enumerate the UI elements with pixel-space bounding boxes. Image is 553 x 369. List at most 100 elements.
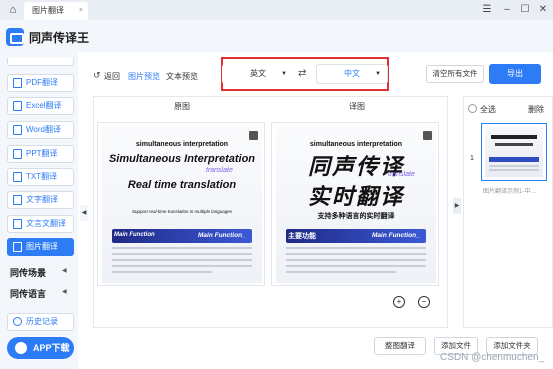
sidebar-item-label: 文言文翻译 — [26, 219, 66, 228]
clear-all-files-button[interactable]: 清空所有文件 — [426, 65, 484, 83]
sidebar-item-image[interactable]: 图片翻译 — [7, 238, 74, 256]
sidebar-item-text[interactable]: 文字翻译 — [7, 191, 74, 209]
swap-languages-icon[interactable]: ⇄ — [298, 68, 306, 79]
sidebar-group-label: 同传场景 — [10, 268, 47, 278]
sidebar-item-classical[interactable]: 文言文翻译 — [7, 215, 74, 233]
translated-bar-left: 主要功能 — [288, 233, 316, 240]
source-language-select[interactable]: 英文 ▼ — [222, 64, 294, 84]
zoom-in-icon[interactable]: + — [393, 296, 405, 308]
tab-close-icon[interactable]: × — [79, 2, 83, 20]
translated-image[interactable]: simultaneous interpretation 同声传译 transla… — [271, 122, 439, 286]
sidebar-item-cut-off[interactable] — [7, 58, 74, 66]
original-subtitle: simultaneous interpretation — [135, 141, 229, 148]
translate-all-button[interactable]: 整图翻译 — [374, 337, 426, 355]
sidebar-item-txt[interactable]: TXT翻译 — [7, 168, 74, 186]
target-language-value: 中文 — [344, 69, 360, 78]
thumbnail-preview — [485, 127, 543, 177]
export-button[interactable]: 导出 — [489, 64, 541, 84]
translated-image-content: simultaneous interpretation 同声传译 transla… — [276, 127, 436, 283]
sidebar-group-label: 同传语言 — [10, 289, 47, 299]
thumbnail-title-bar — [491, 135, 537, 139]
phone-icon — [15, 342, 27, 354]
sidebar-collapse-handle[interactable]: ◀ — [80, 205, 88, 221]
sidebar-item-ppt[interactable]: PPT翻译 — [7, 145, 74, 163]
translated-accent: translate — [388, 171, 415, 178]
minimize-icon[interactable]: – — [499, 3, 515, 17]
sidebar-group-scene[interactable]: 同传场景 ◀ — [10, 266, 67, 279]
sidebar-item-label: Word翻译 — [26, 125, 61, 134]
history-button[interactable]: 历史记录 — [7, 313, 74, 331]
home-icon[interactable]: ⌂ — [6, 3, 20, 17]
original-column-header: 原图 — [174, 102, 190, 111]
original-bar-left: Main Function — [114, 232, 155, 238]
text-line — [286, 253, 426, 255]
back-link[interactable]: 返回 — [104, 71, 120, 82]
app-download-button[interactable]: APP下载 — [7, 337, 74, 359]
original-tagline: Support real-time translation in multipl… — [131, 209, 233, 214]
zoom-out-icon[interactable]: − — [418, 296, 430, 308]
translated-subtitle: simultaneous interpretation — [309, 141, 403, 148]
thumbnail-text-line — [489, 169, 539, 171]
sidebar-item-label: PPT翻译 — [26, 149, 58, 158]
text-icon — [13, 195, 22, 205]
expand-icon[interactable] — [249, 131, 258, 140]
select-all-checkbox[interactable] — [468, 104, 477, 113]
tab-text-preview[interactable]: 文本预览 — [166, 71, 198, 82]
original-image-content: simultaneous interpretation Simultaneous… — [102, 127, 262, 283]
menu-icon[interactable]: ☰ — [479, 3, 495, 17]
text-line — [112, 265, 252, 267]
original-accent: translate — [206, 167, 233, 174]
app-download-label: APP下载 — [33, 343, 70, 353]
sidebar-item-label: PDF翻译 — [26, 78, 58, 87]
text-line — [112, 259, 252, 261]
sidebar-item-label: TXT翻译 — [26, 172, 58, 181]
delete-button[interactable]: 删除 — [528, 104, 544, 115]
target-language-select[interactable]: 中文 ▼ — [316, 64, 388, 84]
translated-tagline: 支持多种语言的实时翻译 — [317, 213, 395, 220]
classical-icon — [13, 219, 22, 229]
word-icon — [13, 125, 22, 135]
clock-icon — [13, 317, 22, 326]
app-logo-icon — [6, 28, 24, 46]
original-image[interactable]: simultaneous interpretation Simultaneous… — [97, 122, 265, 286]
excel-icon — [13, 101, 22, 111]
translated-bar-right: Main Function_ — [372, 232, 420, 239]
text-line — [286, 271, 396, 273]
tab-image-translate[interactable]: 图片翻译 × — [24, 2, 88, 20]
tab-label: 图片翻译 — [32, 6, 64, 15]
tab-image-preview[interactable]: 图片预览 — [128, 71, 160, 82]
close-icon[interactable]: ✕ — [535, 3, 551, 17]
chevron-left-icon: ◀ — [62, 268, 67, 274]
source-language-value: 英文 — [250, 69, 266, 78]
text-line — [286, 247, 426, 249]
thumbnail-caption: 图片翻译示例1-中… — [483, 189, 537, 195]
sidebar-item-pdf[interactable]: PDF翻译 — [7, 74, 74, 92]
pdf-icon — [13, 78, 22, 88]
select-all-label[interactable]: 全选 — [480, 104, 496, 115]
translated-realtime: 实时翻译 — [307, 184, 404, 209]
text-line — [112, 271, 212, 273]
sidebar-item-word[interactable]: Word翻译 — [7, 121, 74, 139]
right-panel-toggle-handle[interactable]: ▶ — [453, 198, 461, 214]
text-line — [112, 253, 252, 255]
ppt-icon — [13, 149, 22, 159]
watermark: CSDN @chenmuchen_ — [440, 352, 545, 363]
chevron-left-icon: ◀ — [62, 289, 67, 295]
text-line — [286, 259, 426, 261]
history-label: 历史记录 — [26, 317, 58, 326]
sidebar-group-language[interactable]: 同传语言 ◀ — [10, 287, 67, 300]
original-realtime: Real time translation — [127, 179, 237, 191]
txt-icon — [13, 172, 22, 182]
back-icon[interactable]: ↺ — [93, 70, 101, 81]
sidebar-item-excel[interactable]: Excel翻译 — [7, 97, 74, 115]
text-line — [286, 265, 426, 267]
maximize-icon[interactable]: ☐ — [517, 3, 533, 17]
expand-icon[interactable] — [423, 131, 432, 140]
sidebar-item-label: 图片翻译 — [26, 242, 58, 251]
chevron-down-icon: ▼ — [281, 71, 287, 77]
thumbnail-function-bar — [489, 157, 539, 162]
app-title: 同声传译王 — [29, 31, 90, 45]
original-headline: Simultaneous Interpretation — [108, 153, 256, 165]
chevron-down-icon: ▼ — [375, 71, 381, 77]
file-thumbnail[interactable] — [481, 123, 547, 181]
